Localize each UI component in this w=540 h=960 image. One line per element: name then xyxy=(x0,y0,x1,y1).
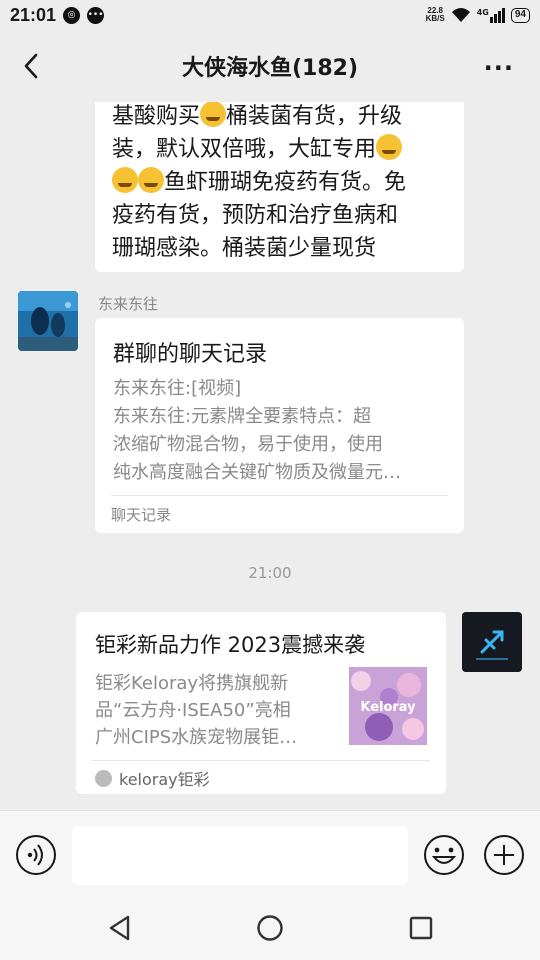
message-text: 桶装菌有货，升级 xyxy=(226,104,403,129)
sagittarius-logo-icon xyxy=(462,612,522,672)
status-bar: 21:01 ◎ ••• 22.8 KB/S 4G 94 xyxy=(0,0,540,30)
sender-name: 东来东往 xyxy=(98,295,159,313)
message-text: 装，默认双倍哦，大缸专用 xyxy=(112,137,377,162)
divider xyxy=(111,495,448,496)
coral-image-icon: Keloray xyxy=(349,667,427,745)
message-text: 鱼虾珊瑚免疫药有货。免 xyxy=(164,170,407,195)
system-recents-icon[interactable] xyxy=(408,915,434,941)
chat-record-line: 纯水高度融合关键矿物质及微量元… xyxy=(113,462,401,483)
notification-icon: ◎ xyxy=(63,6,81,24)
input-bar xyxy=(0,810,540,898)
chat-header: 大侠海水鱼(182) ··· xyxy=(0,30,540,102)
system-navigation-bar xyxy=(0,898,540,960)
message-line: 疫药有货，预防和治疗鱼病和 xyxy=(112,203,399,228)
chat-record-card[interactable]: 群聊的聊天记录 东来东往:[视频] 东来东往:元素牌全要素特点：超 浓缩矿物混合… xyxy=(95,318,464,533)
source-avatar-icon xyxy=(95,769,112,787)
message-timestamp: 21:00 xyxy=(248,564,292,582)
message-line: 珊瑚感染。桶装菌少量现货 xyxy=(112,236,377,261)
system-home-icon[interactable] xyxy=(256,914,284,942)
chat-record-footer: 聊天记录 xyxy=(111,506,172,524)
smirk-emoji-icon xyxy=(376,134,403,160)
net-speed: 22.8 KB/S xyxy=(426,7,445,23)
message-line: 装，默认双倍哦，大缸专用 xyxy=(112,133,448,166)
link-thumbnail: Keloray xyxy=(349,667,427,745)
sender-avatar[interactable] xyxy=(18,291,78,351)
link-description: 品“云方舟·ISEA50”亮相 xyxy=(95,700,291,721)
link-title: 钜彩新品力作 2023震撼来袭 xyxy=(95,633,366,657)
signal-icon: 4G xyxy=(476,7,505,23)
message-list[interactable]: 基酸购买 桶装菌有货，升级 装，默认双倍哦，大缸专用 鱼虾珊瑚免疫药有货。免 疫药… xyxy=(0,102,540,810)
message-input[interactable] xyxy=(72,826,408,885)
chat-record-title: 群聊的聊天记录 xyxy=(113,342,268,367)
chat-record-line: 东来东往:[视频] xyxy=(113,378,242,399)
system-back-icon[interactable] xyxy=(106,914,134,942)
network-type: 4G xyxy=(476,7,489,17)
link-description: 钜彩Keloray将携旗舰新 xyxy=(95,673,289,694)
thumbnail-watermark: Keloray xyxy=(360,700,416,715)
message-line: 基酸购买 桶装菌有货，升级 xyxy=(112,102,448,133)
divider xyxy=(92,760,430,761)
net-speed-unit: KB/S xyxy=(425,14,445,23)
text-message-bubble[interactable]: 基酸购买 桶装菌有货，升级 装，默认双倍哦，大缸专用 鱼虾珊瑚免疫药有货。免 疫药… xyxy=(95,102,464,272)
voice-icon[interactable] xyxy=(15,834,57,876)
my-avatar[interactable] xyxy=(462,612,522,672)
source-name: keloray钜彩 xyxy=(119,770,210,789)
wifi-icon xyxy=(451,8,470,22)
message-text: 基酸购买 xyxy=(112,104,201,129)
plus-icon[interactable] xyxy=(483,834,525,876)
chat-app-icon: ••• xyxy=(87,6,105,24)
link-description: 广州CIPS水族宠物展钜… xyxy=(95,727,298,748)
link-share-card[interactable]: 钜彩新品力作 2023震撼来袭 钜彩Keloray将携旗舰新 品“云方舟·ISE… xyxy=(76,612,446,794)
smirk-emoji-icon xyxy=(112,167,138,193)
status-time: 21:01 xyxy=(10,4,57,25)
smirk-emoji-icon xyxy=(138,167,164,193)
emoji-icon[interactable] xyxy=(423,834,465,876)
chat-record-line: 浓缩矿物混合物，易于使用，使用 xyxy=(113,434,383,455)
chat-title: 大侠海水鱼(182) xyxy=(181,56,359,81)
grin-emoji-icon xyxy=(200,102,227,127)
message-line: 鱼虾珊瑚免疫药有货。免 xyxy=(112,166,448,199)
battery-indicator: 94 xyxy=(510,7,530,23)
link-source: keloray钜彩 xyxy=(95,766,210,790)
back-arrow-icon[interactable] xyxy=(18,50,46,82)
diver-photo-icon xyxy=(18,291,78,351)
chat-record-line: 东来东往:元素牌全要素特点：超 xyxy=(113,406,372,427)
more-dots-icon[interactable]: ··· xyxy=(484,54,514,82)
